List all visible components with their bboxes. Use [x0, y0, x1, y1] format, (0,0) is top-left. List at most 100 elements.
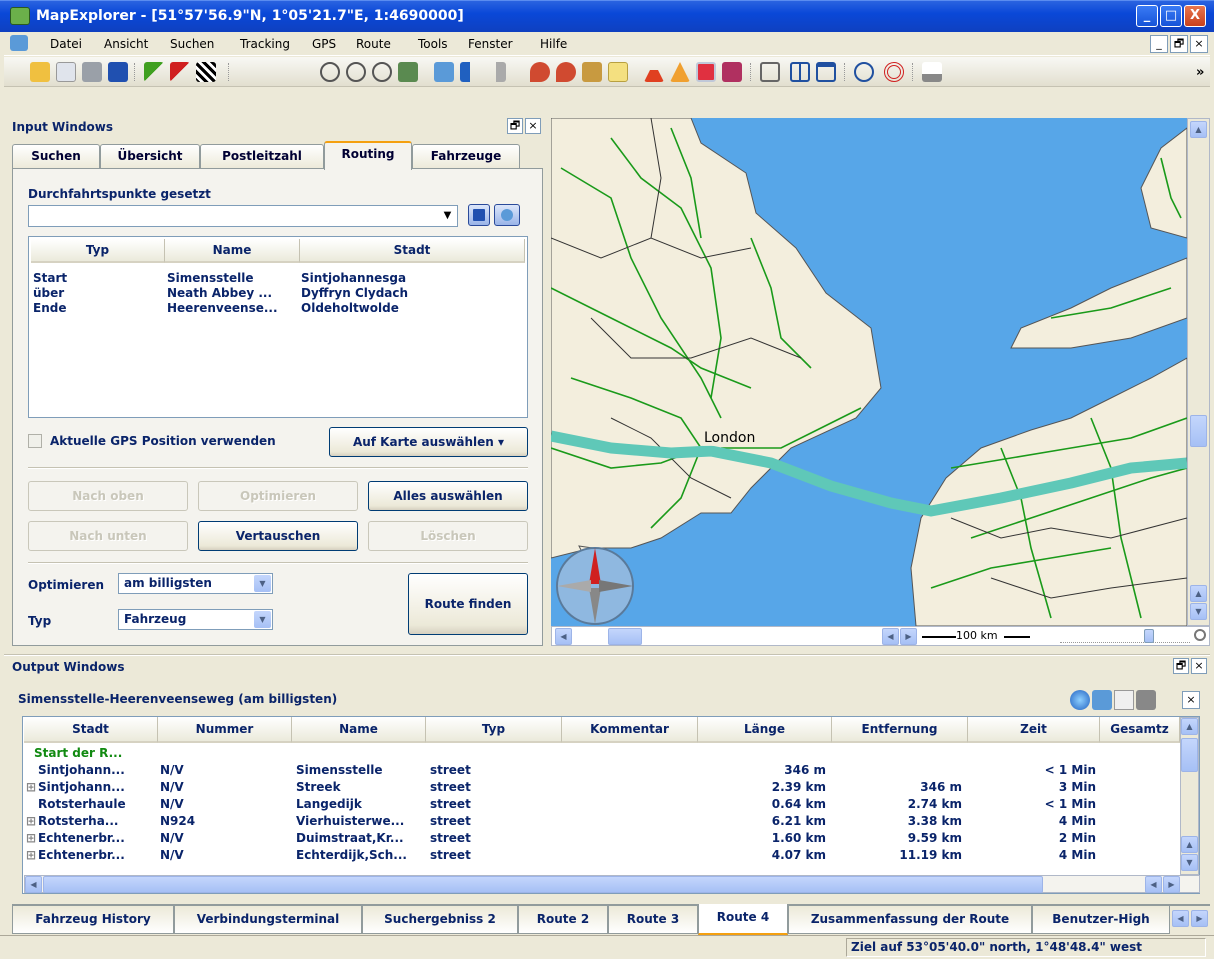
finish-flag-icon[interactable]: [196, 62, 216, 82]
tab-benutzer-high[interactable]: Benutzer-High: [1032, 906, 1170, 934]
select-on-map-button[interactable]: Auf Karte auswählen ▾: [329, 427, 528, 457]
tab-fahrzeuge[interactable]: Fahrzeuge: [412, 144, 520, 169]
print-icon[interactable]: [82, 62, 102, 82]
optimize-select[interactable]: am billigsten ▼: [118, 573, 273, 594]
tab-routing[interactable]: Routing: [324, 141, 412, 170]
scroll-thumb[interactable]: [43, 876, 1043, 893]
scroll-right-button[interactable]: ▶: [1163, 876, 1180, 893]
fullscreen-icon[interactable]: [760, 62, 780, 82]
tab-route-2[interactable]: Route 2: [518, 906, 608, 934]
magnifier-icon[interactable]: [1194, 629, 1206, 641]
tab-suchen[interactable]: Suchen: [12, 144, 100, 169]
column-header-typ[interactable]: Typ: [31, 239, 165, 263]
swap-button[interactable]: Vertauschen: [198, 521, 358, 551]
move-down-button[interactable]: Nach unten: [28, 521, 188, 551]
start-flag-icon[interactable]: [144, 62, 164, 82]
table-row[interactable]: ⊞ Echtenerbr... N/V Echterdijk,Sch... st…: [24, 847, 1178, 864]
tab-uebersicht[interactable]: Übersicht: [100, 144, 200, 169]
scroll-thumb[interactable]: [1181, 738, 1198, 772]
grid-vertical-scrollbar[interactable]: ▲ ▲ ▼: [1180, 717, 1199, 875]
scroll-up-button[interactable]: ▲: [1181, 718, 1198, 735]
via-flag-icon[interactable]: [170, 62, 190, 82]
output-float-button[interactable]: 🗗: [1173, 658, 1189, 674]
triangle-red-icon[interactable]: [644, 62, 664, 82]
print-icon[interactable]: [1136, 690, 1156, 710]
maximize-button[interactable]: □: [1160, 5, 1182, 27]
column-header-entfernung[interactable]: Entfernung: [832, 717, 968, 743]
route-close-button[interactable]: ×: [1182, 691, 1200, 709]
delete-button[interactable]: Löschen: [368, 521, 528, 551]
triangle-warning-icon[interactable]: [670, 62, 690, 82]
window-icon[interactable]: [816, 62, 836, 82]
pan-left-button[interactable]: ◀: [882, 628, 899, 645]
menu-datei[interactable]: Datei: [50, 37, 82, 51]
save-icon[interactable]: [108, 62, 128, 82]
scroll-up-button[interactable]: ▲: [1181, 836, 1198, 853]
pin-remove-icon[interactable]: [556, 62, 576, 82]
list-item[interactable]: Start Simensstelle Sintjohannesga: [31, 271, 525, 285]
open-icon[interactable]: [30, 62, 50, 82]
menu-tools[interactable]: Tools: [418, 37, 448, 51]
column-header-gesamtzeit[interactable]: Gesamtz: [1100, 717, 1180, 743]
gps-checkbox[interactable]: [28, 434, 42, 448]
tab-route-4[interactable]: Route 4: [698, 904, 788, 935]
load-waypoints-button[interactable]: [494, 204, 520, 226]
map-horizontal-scrollbar[interactable]: ◀ ◀ ▶ 100 km: [551, 626, 1210, 646]
document-icon[interactable]: [10, 35, 28, 51]
column-header-typ[interactable]: Typ: [426, 717, 562, 743]
menu-tracking[interactable]: Tracking: [240, 37, 290, 51]
waypoint-list[interactable]: Typ Name Stadt Start Simensstelle Sintjo…: [28, 236, 528, 418]
poi-icon[interactable]: [696, 62, 716, 82]
menu-suchen[interactable]: Suchen: [170, 37, 214, 51]
route-icon[interactable]: [582, 62, 602, 82]
menu-ansicht[interactable]: Ansicht: [104, 37, 148, 51]
column-header-zeit[interactable]: Zeit: [968, 717, 1100, 743]
panel-float-button[interactable]: 🗗: [507, 118, 523, 134]
scroll-left-button[interactable]: ◀: [555, 628, 572, 645]
type-select[interactable]: Fahrzeug ▼: [118, 609, 273, 630]
ruler-icon[interactable]: [922, 62, 942, 82]
close-button[interactable]: X: [1184, 5, 1206, 27]
map-export-icon[interactable]: [1092, 690, 1112, 710]
table-row[interactable]: ⊞ Sintjohann... N/V Streek street 2.39 k…: [24, 779, 1178, 796]
tab-suchergebniss-2[interactable]: Suchergebniss 2: [362, 906, 518, 934]
list-item[interactable]: Ende Heerenveense... Oldeholtwolde: [31, 301, 525, 315]
output-close-button[interactable]: ×: [1191, 658, 1207, 674]
menu-gps[interactable]: GPS: [312, 37, 336, 51]
tab-verbindungsterminal[interactable]: Verbindungsterminal: [174, 906, 362, 934]
copy-icon[interactable]: [56, 62, 76, 82]
tabs-scroll-left-button[interactable]: ◀: [1172, 910, 1189, 927]
column-header-stadt[interactable]: Stadt: [24, 717, 158, 743]
map-icon[interactable]: [398, 62, 418, 82]
column-header-nummer[interactable]: Nummer: [158, 717, 292, 743]
toolbar-overflow-button[interactable]: »: [1196, 65, 1204, 80]
tab-route-3[interactable]: Route 3: [608, 906, 698, 934]
column-header-stadt[interactable]: Stadt: [300, 239, 525, 263]
mdi-minimize-button[interactable]: _: [1150, 35, 1168, 53]
waypoints-combo[interactable]: ▼: [28, 205, 458, 227]
scroll-left-button[interactable]: ◀: [1145, 876, 1162, 893]
zoom-100-icon[interactable]: [372, 62, 392, 82]
scroll-thumb[interactable]: [1190, 415, 1207, 447]
globe-icon[interactable]: [434, 62, 454, 82]
column-header-kommentar[interactable]: Kommentar: [562, 717, 698, 743]
menu-hilfe[interactable]: Hilfe: [540, 37, 567, 51]
compass-icon[interactable]: [556, 547, 634, 625]
zoom-down-button[interactable]: ▼: [1190, 603, 1207, 620]
zoom-in-icon[interactable]: [320, 62, 340, 82]
list-item[interactable]: über Neath Abbey ... Dyffryn Clydach: [31, 286, 525, 300]
title-bar[interactable]: MapExplorer - [51°57'56.9"N, 1°05'21.7"E…: [0, 0, 1214, 32]
tab-fahrzeug-history[interactable]: Fahrzeug History: [12, 906, 174, 934]
route-start-row[interactable]: Start der R...: [34, 745, 122, 762]
zoom-slider-thumb[interactable]: [1144, 629, 1154, 643]
search-map-icon[interactable]: [854, 62, 874, 82]
pin-add-icon[interactable]: [530, 62, 550, 82]
document-icon[interactable]: [1114, 690, 1134, 710]
find-route-button[interactable]: Route finden: [408, 573, 528, 635]
back-icon[interactable]: [460, 62, 480, 82]
menu-route[interactable]: Route: [356, 37, 391, 51]
table-row[interactable]: ⊞ Rotsterha... N924 Vierhuisterwe... str…: [24, 813, 1178, 830]
zoom-up-button[interactable]: ▲: [1190, 585, 1207, 602]
save-waypoints-button[interactable]: [468, 204, 490, 226]
scroll-down-button[interactable]: ▼: [1181, 854, 1198, 871]
